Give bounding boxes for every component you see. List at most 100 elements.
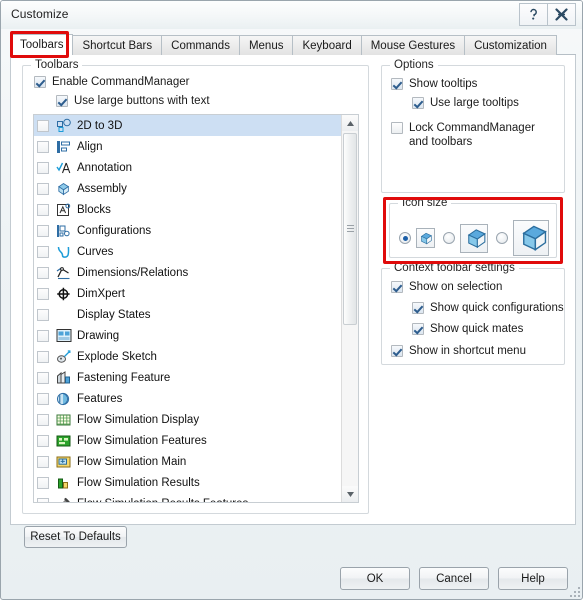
icon-size-group: Icon size (389, 203, 557, 258)
features-icon (55, 391, 72, 407)
toolbar-list-item-checkbox[interactable] (37, 498, 49, 504)
use-large-buttons-checkbox[interactable]: Use large buttons with text (56, 94, 210, 108)
show-on-selection-checkbox[interactable]: Show on selection (391, 280, 502, 294)
tab-toolbars[interactable]: Toolbars (10, 34, 73, 55)
tab-commands[interactable]: Commands (161, 35, 240, 55)
toolbar-list-item-checkbox[interactable] (37, 204, 49, 216)
toolbar-list-item[interactable]: Flow Simulation Results (34, 472, 342, 493)
scrollbar-thumb[interactable] (343, 133, 357, 325)
toolbar-list-item-label: Curves (77, 246, 113, 258)
toolbar-list-item-checkbox[interactable] (37, 120, 49, 132)
scroll-up-arrow-icon[interactable] (342, 115, 358, 131)
toolbar-list-item[interactable]: Display States (34, 304, 342, 325)
toolbar-list-item[interactable]: Assembly (34, 178, 342, 199)
icon-size-large-preview-icon[interactable] (513, 220, 549, 256)
icon-size-small-radio[interactable] (399, 232, 411, 244)
show-quick-mates-checkbox-box (412, 323, 424, 335)
reset-to-defaults-button[interactable]: Reset To Defaults (24, 526, 127, 548)
close-icon-button[interactable] (548, 3, 576, 26)
toolbar-list-item[interactable]: Fastening Feature (34, 367, 342, 388)
show-in-shortcut-menu-checkbox[interactable]: Show in shortcut menu (391, 344, 526, 358)
toolbar-list-item-checkbox[interactable] (37, 309, 49, 321)
toolbars-group: Toolbars Enable CommandManager Use large… (22, 65, 369, 514)
tab-customization[interactable]: Customization (464, 35, 557, 55)
tab-mouse-gestures[interactable]: Mouse Gestures (361, 35, 465, 55)
ok-button[interactable]: OK (340, 567, 410, 590)
enable-commandmanager-checkbox[interactable]: Enable CommandManager (34, 75, 189, 89)
toolbar-list-item[interactable]: Flow Simulation Display (34, 409, 342, 430)
toolbar-list-item[interactable]: DimXpert (34, 283, 342, 304)
icon-size-large-radio[interactable] (496, 232, 508, 244)
toolbar-list-item[interactable]: Flow Simulation Main (34, 451, 342, 472)
toolbar-list-item-checkbox[interactable] (37, 162, 49, 174)
dimxpert-icon (55, 286, 72, 302)
toolbar-list-item-checkbox[interactable] (37, 225, 49, 237)
toolbar-list-item-label: Flow Simulation Results Features (77, 498, 248, 504)
show-quick-configurations-checkbox[interactable]: Show quick configurations (412, 301, 564, 315)
toolbar-list-item-label: Flow Simulation Main (77, 456, 186, 468)
toolbar-list-item[interactable]: Curves (34, 241, 342, 262)
toolbar-list-item[interactable]: Flow Simulation Features (34, 430, 342, 451)
help-icon-button[interactable] (519, 3, 548, 26)
explode-sketch-icon (55, 349, 72, 365)
cancel-button[interactable]: Cancel (419, 567, 489, 590)
icon-size-medium-radio[interactable] (443, 232, 455, 244)
show-tooltips-checkbox-box (391, 78, 403, 90)
show-on-selection-checkbox-box (391, 281, 403, 293)
show-tooltips-checkbox[interactable]: Show tooltips (391, 77, 477, 91)
use-large-tooltips-label: Use large tooltips (430, 96, 519, 110)
scroll-down-arrow-icon[interactable] (342, 486, 358, 502)
toolbar-list-item-checkbox[interactable] (37, 267, 49, 279)
toolbars-list[interactable]: 2D to 3DAlignAnnotationAssembly Blocks Con… (33, 114, 359, 503)
toolbar-list-item[interactable]: Align (34, 136, 342, 157)
tab-keyboard[interactable]: Keyboard (292, 35, 361, 55)
lock-commandmanager-checkbox[interactable]: Lock CommandManager and toolbars (391, 121, 556, 149)
show-quick-mates-checkbox[interactable]: Show quick mates (412, 322, 523, 336)
resize-grip-icon[interactable] (568, 585, 580, 597)
toolbar-list-item[interactable]: Explode Sketch (34, 346, 342, 367)
toolbar-list-item-checkbox[interactable] (37, 288, 49, 300)
toolbar-list-item[interactable]: Features (34, 388, 342, 409)
tab-menus[interactable]: Menus (239, 35, 294, 55)
toolbars-group-title: Toolbars (31, 59, 82, 71)
toolbar-list-item-checkbox[interactable] (37, 393, 49, 405)
flow-sim-results-features-icon (55, 496, 72, 504)
context-toolbar-group: Context toolbar settings Show on selecti… (381, 268, 565, 365)
dialog-footer-buttons: OK Cancel Help (340, 567, 568, 590)
toolbar-list-item-label: Blocks (77, 204, 111, 216)
toolbar-list-item[interactable]: Flow Simulation Results Features (34, 493, 342, 503)
options-group-title: Options (390, 59, 438, 71)
use-large-tooltips-checkbox[interactable]: Use large tooltips (412, 96, 519, 110)
toolbar-list-item-checkbox[interactable] (37, 414, 49, 426)
toolbar-list-item-checkbox[interactable] (37, 456, 49, 468)
toolbar-list-item-checkbox[interactable] (37, 141, 49, 153)
configurations-icon (55, 223, 72, 239)
tab-shortcut-bars[interactable]: Shortcut Bars (72, 35, 162, 55)
toolbar-list-item-checkbox[interactable] (37, 435, 49, 447)
icon-size-medium-preview-icon[interactable] (460, 224, 487, 253)
toolbar-list-item-checkbox[interactable] (37, 183, 49, 195)
toolbar-list-item[interactable]: 2D to 3D (34, 115, 342, 136)
toolbar-list-item-checkbox[interactable] (37, 246, 49, 258)
toolbar-list-item-label: Flow Simulation Features (77, 435, 207, 447)
2d-to-3d-icon (55, 118, 72, 134)
toolbar-list-item[interactable]: Configurations (34, 220, 342, 241)
show-quick-mates-label: Show quick mates (430, 322, 523, 336)
options-group: Options Show tooltips Use large tooltips… (381, 65, 565, 193)
show-quick-configurations-label: Show quick configurations (430, 301, 564, 315)
toolbar-list-item[interactable]: Drawing (34, 325, 342, 346)
icon-size-small-preview-icon[interactable] (416, 228, 435, 248)
toolbar-list-item[interactable]: Annotation (34, 157, 342, 178)
toolbar-list-item[interactable]: Blocks (34, 199, 342, 220)
toolbar-list-item-checkbox[interactable] (37, 330, 49, 342)
toolbar-list-item[interactable]: Dimensions/Relations (34, 262, 342, 283)
toolbar-list-item-checkbox[interactable] (37, 351, 49, 363)
toolbars-list-scrollbar[interactable] (341, 115, 358, 502)
toolbar-list-item-label: Explode Sketch (77, 351, 157, 363)
toolbar-list-item-label: Features (77, 393, 122, 405)
icon-size-group-title: Icon size (398, 197, 451, 209)
toolbar-list-item-checkbox[interactable] (37, 372, 49, 384)
flow-sim-features-icon (55, 433, 72, 449)
help-button[interactable]: Help (498, 567, 568, 590)
toolbar-list-item-checkbox[interactable] (37, 477, 49, 489)
